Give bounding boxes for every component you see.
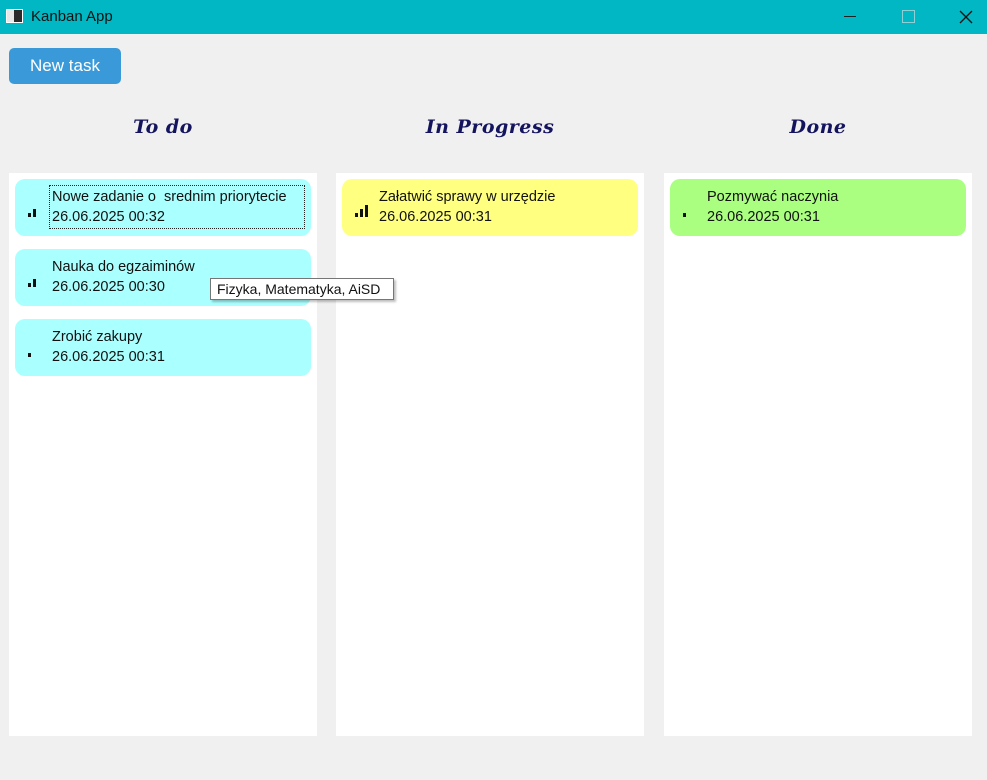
task-date: 26.06.2025 00:31 [52, 349, 165, 365]
task-date: 26.06.2025 00:30 [52, 279, 165, 295]
priority-bar [28, 213, 31, 217]
priority-bar [33, 209, 36, 217]
priority-bar [365, 205, 368, 217]
task-date: 26.06.2025 00:31 [379, 209, 492, 225]
task-date: 26.06.2025 00:31 [707, 209, 820, 225]
close-icon [959, 10, 973, 24]
column-in-progress[interactable]: Załatwić sprawy w urzędzie 26.06.2025 00… [336, 173, 644, 736]
task-card[interactable]: Zrobić zakupy 26.06.2025 00:31 [15, 319, 311, 376]
task-card[interactable]: Nowe zadanie o srednim priorytecie 26.06… [15, 179, 311, 236]
column-header-todo: To do [133, 116, 193, 138]
priority-icon [28, 201, 44, 217]
priority-icon [683, 201, 699, 217]
task-title: Pozmywać naczynia [707, 189, 839, 205]
title-bar: Kanban App [0, 0, 987, 34]
task-card[interactable]: Pozmywać naczynia 26.06.2025 00:31 [670, 179, 966, 236]
task-title: Zrobić zakupy [52, 329, 143, 345]
close-button[interactable] [942, 0, 987, 34]
priority-bar [33, 279, 36, 287]
priority-icon [28, 271, 44, 287]
priority-bar [683, 213, 686, 217]
column-done[interactable]: Pozmywać naczynia 26.06.2025 00:31 [664, 173, 972, 736]
new-task-button[interactable]: New task [9, 48, 121, 84]
column-todo[interactable]: Nowe zadanie o srednim priorytecie 26.06… [9, 173, 317, 736]
maximize-button[interactable] [883, 0, 929, 34]
minimize-button[interactable] [827, 0, 873, 34]
priority-icon [28, 341, 44, 357]
priority-bar [28, 353, 31, 357]
column-header-done: Done [789, 116, 847, 138]
priority-icon [355, 201, 371, 217]
task-card[interactable]: Załatwić sprawy w urzędzie 26.06.2025 00… [342, 179, 638, 236]
tooltip: Fizyka, Matematyka, AiSD [210, 278, 394, 300]
app-icon [6, 9, 23, 23]
priority-bar [28, 283, 31, 287]
task-title: Nauka do egzaiminów [52, 259, 195, 275]
window-title: Kanban App [31, 8, 113, 25]
focus-outline [49, 185, 305, 229]
priority-bar [360, 209, 363, 217]
priority-bar [355, 213, 358, 217]
column-header-in-progress: In Progress [425, 116, 555, 138]
task-title: Załatwić sprawy w urzędzie [379, 189, 556, 205]
